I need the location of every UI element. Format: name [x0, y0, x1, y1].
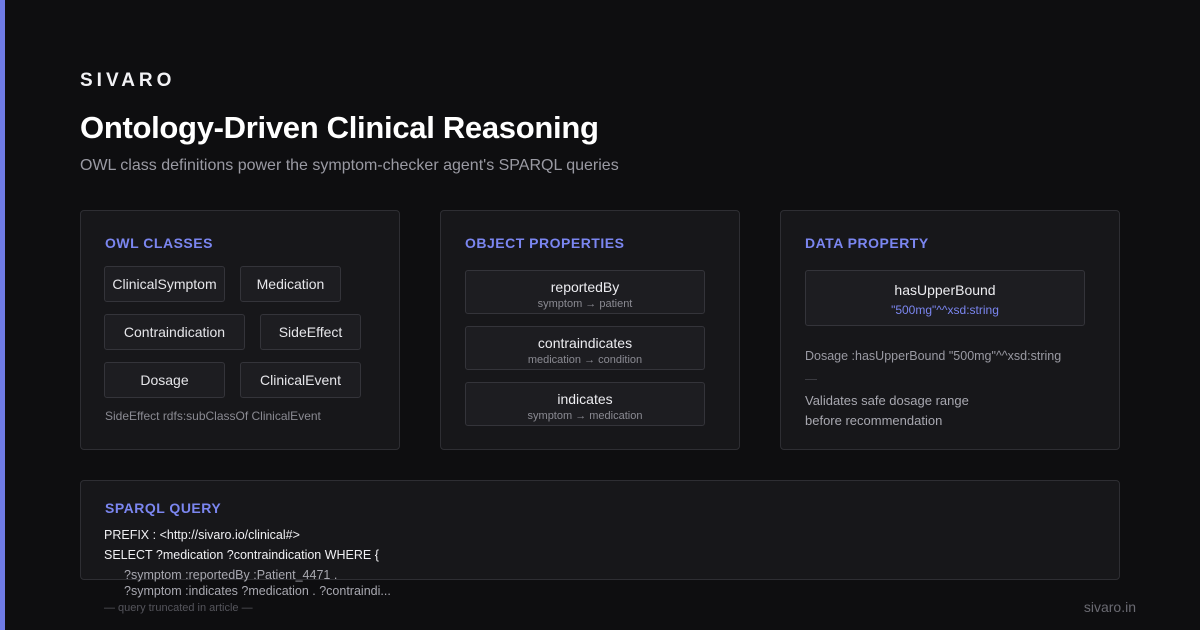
class-chip-side-effect[interactable]: SideEffect: [260, 314, 361, 350]
property-reported-by[interactable]: reportedBy symptom → patient: [465, 270, 705, 314]
property-signature: medication → condition: [527, 354, 643, 366]
truncation-note: — query truncated in article —: [104, 602, 253, 614]
site-url[interactable]: sivaro.in: [1084, 599, 1136, 615]
class-chip-medication[interactable]: Medication: [240, 266, 341, 302]
property-name: indicates: [557, 391, 613, 407]
data-property-card: DATA PROPERTY hasUpperBound "500mg"^^xsd…: [780, 210, 1120, 450]
property-name: contraindicates: [537, 335, 633, 351]
class-chip-clinical-symptom[interactable]: ClinicalSymptom: [104, 266, 225, 302]
data-property-example: Dosage :hasUpperBound "500mg"^^xsd:strin…: [805, 349, 1062, 363]
owl-classes-card: OWL CLASSES ClinicalSymptom Medication C…: [80, 210, 400, 450]
class-chip-contraindication[interactable]: Contraindication: [104, 314, 245, 350]
divider: [805, 379, 817, 380]
data-property-description-line-2: before recommendation: [805, 413, 943, 428]
object-properties-heading: OBJECT PROPERTIES: [465, 235, 625, 251]
sparql-line-prefix: PREFIX : <http://sivaro.io/clinical#>: [104, 528, 300, 542]
data-property-heading: DATA PROPERTY: [805, 235, 929, 251]
property-name: reportedBy: [550, 279, 620, 295]
property-signature: symptom → patient: [537, 298, 633, 310]
sparql-line-reported-by: ?symptom :reportedBy :Patient_4471 .: [124, 568, 338, 582]
accent-bar: [0, 0, 5, 630]
data-property-box[interactable]: hasUpperBound "500mg"^^xsd:string: [805, 270, 1085, 326]
sparql-line-select: SELECT ?medication ?contraindication WHE…: [104, 548, 379, 562]
sparql-line-indicates: ?symptom :indicates ?medication . ?contr…: [124, 584, 391, 598]
subclass-note: SideEffect rdfs:subClassOf ClinicalEvent: [105, 409, 321, 423]
data-property-value: "500mg"^^xsd:string: [891, 303, 999, 317]
page-subtitle: OWL class definitions power the symptom-…: [80, 157, 619, 174]
property-indicates[interactable]: indicates symptom → medication: [465, 382, 705, 426]
brand-logo: SIVARO: [80, 70, 176, 91]
page-title: Ontology-Driven Clinical Reasoning: [80, 110, 599, 145]
property-contraindicates[interactable]: contraindicates medication → condition: [465, 326, 705, 370]
owl-classes-heading: OWL CLASSES: [105, 235, 213, 251]
class-chip-dosage[interactable]: Dosage: [104, 362, 225, 398]
data-property-name: hasUpperBound: [894, 282, 996, 298]
property-signature: symptom → medication: [527, 410, 643, 422]
class-chip-clinical-event[interactable]: ClinicalEvent: [240, 362, 361, 398]
data-property-description-line-1: Validates safe dosage range: [805, 393, 969, 408]
sparql-heading: SPARQL QUERY: [105, 500, 222, 516]
object-properties-card: OBJECT PROPERTIES reportedBy symptom → p…: [440, 210, 740, 450]
